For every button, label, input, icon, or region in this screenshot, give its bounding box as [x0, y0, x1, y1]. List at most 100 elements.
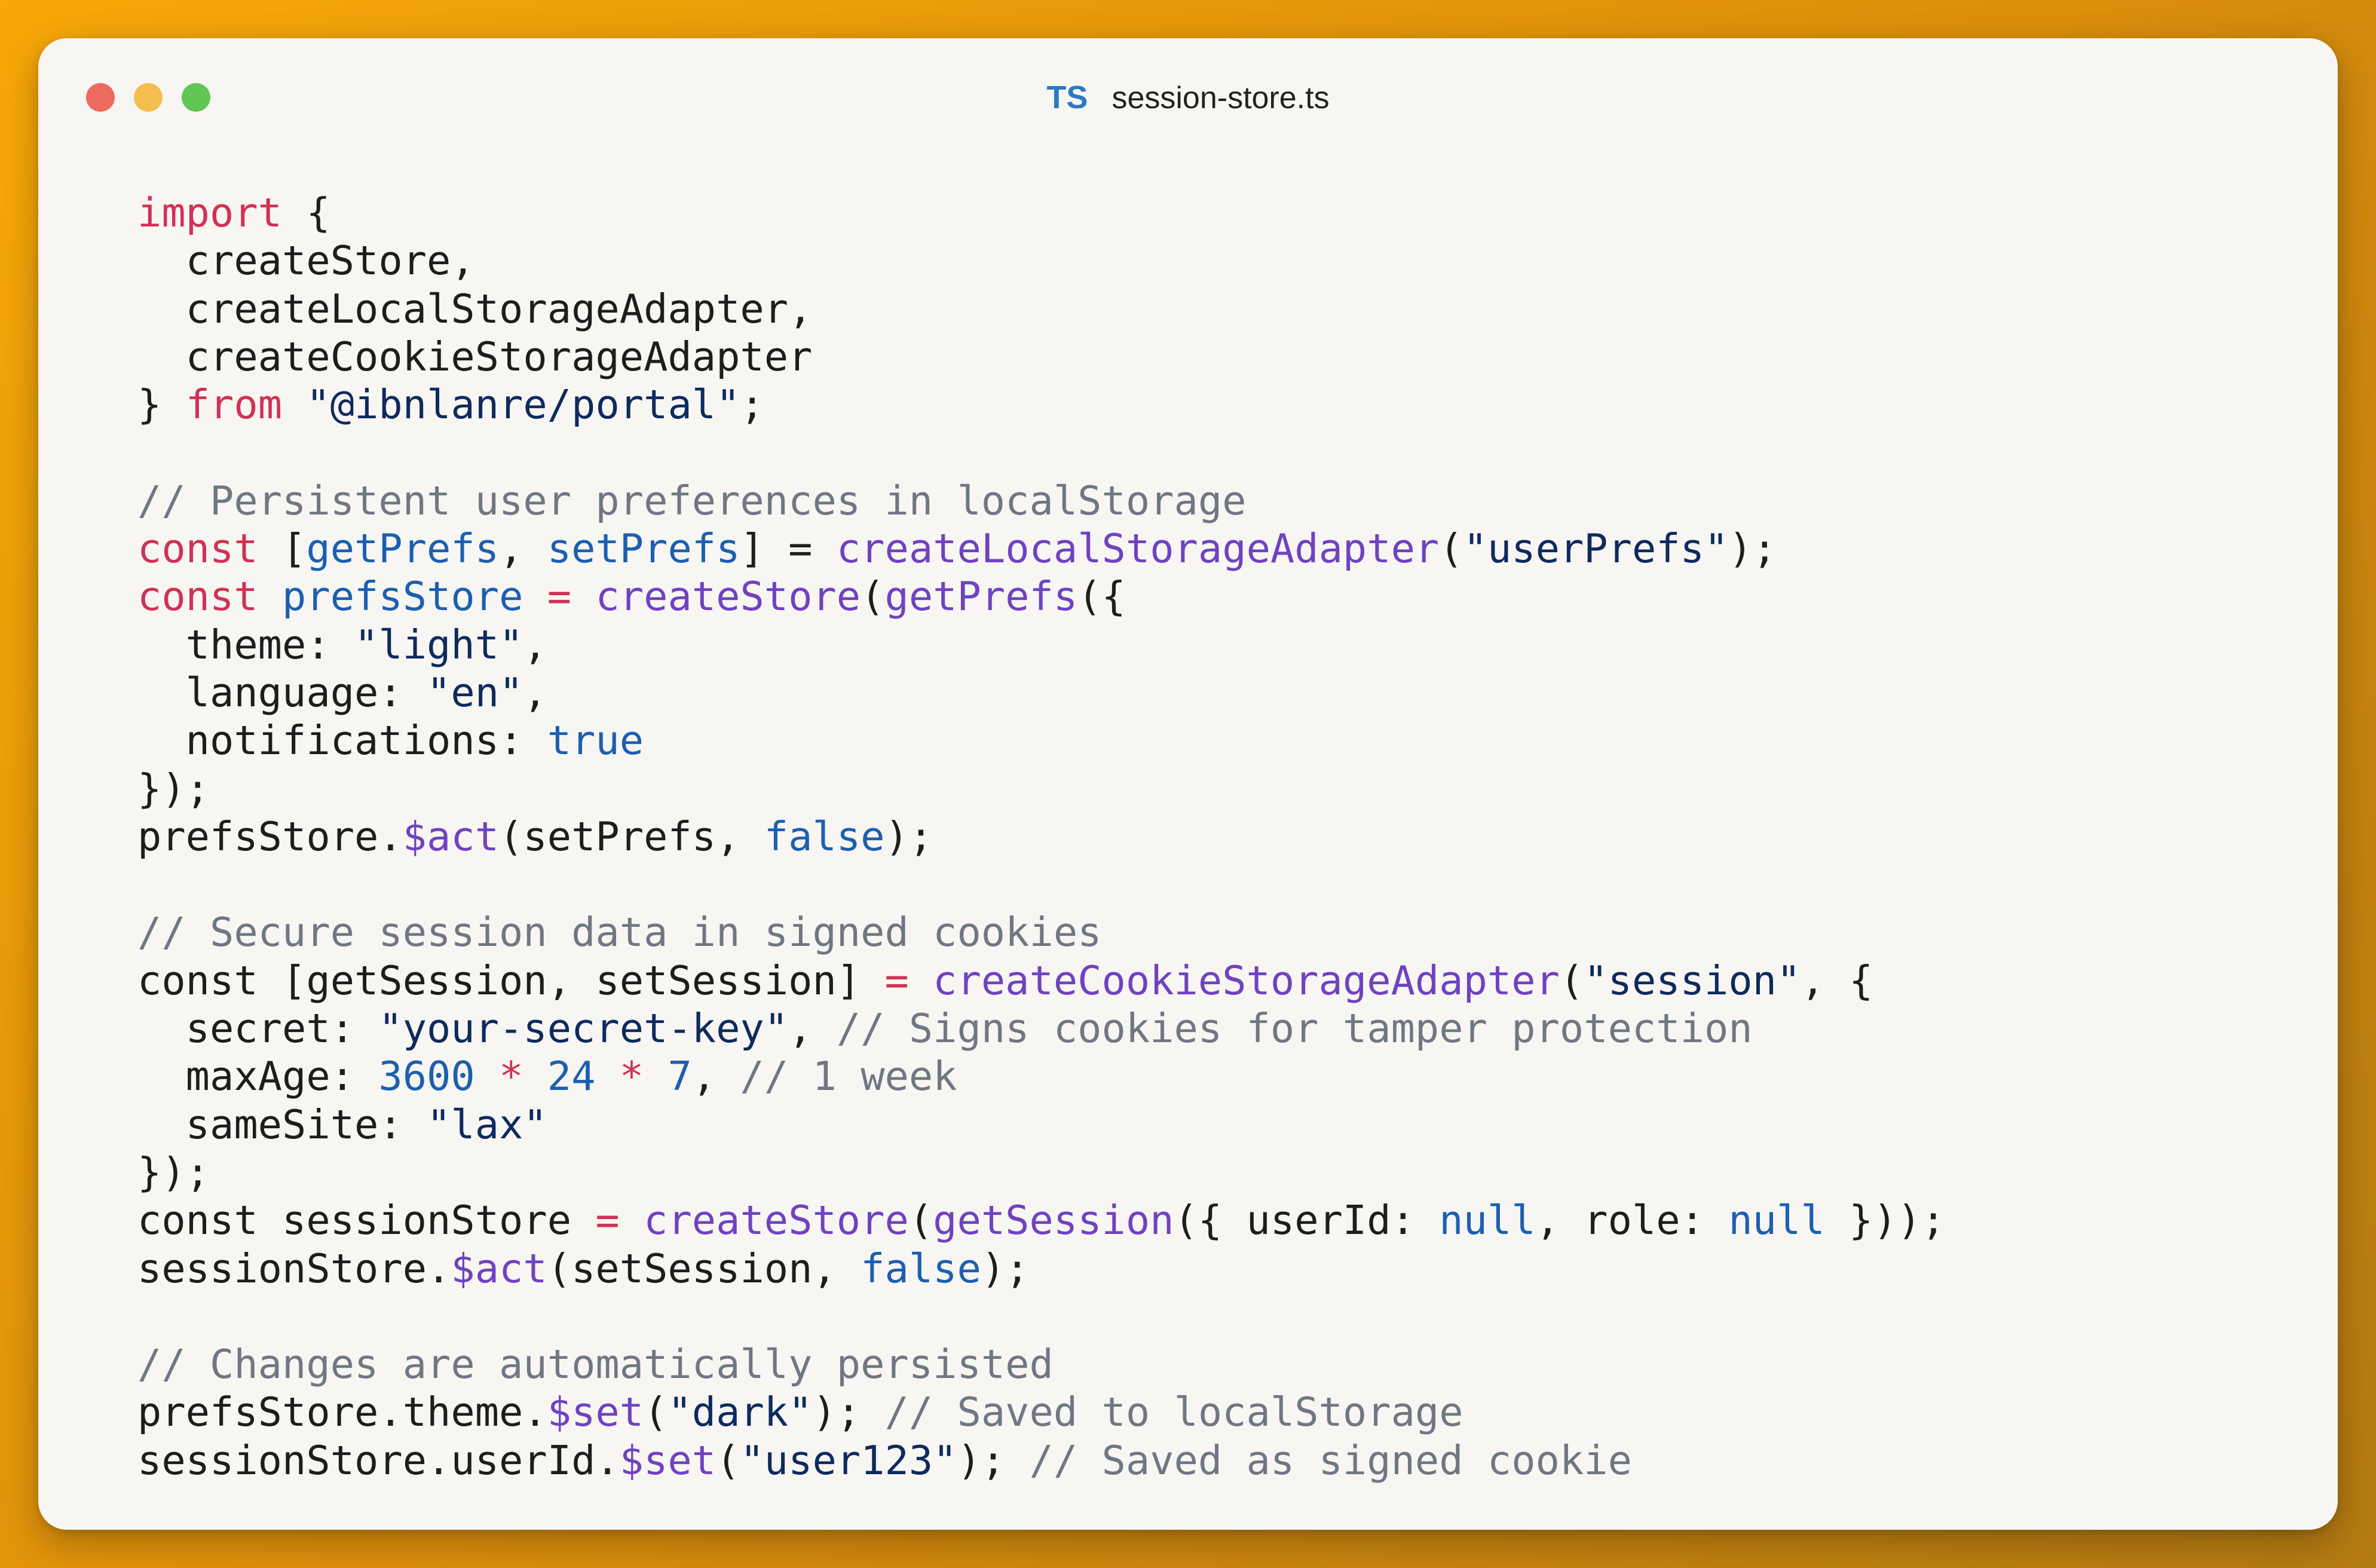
code-token: $act — [402, 813, 500, 860]
code-token: "userPrefs" — [1463, 525, 1729, 572]
code-line: sessionStore.$act(setSession, false); — [137, 1245, 1945, 1293]
code-token: // Persistent user preferences in localS… — [137, 477, 1247, 524]
code-token: import — [137, 189, 283, 236]
code-token: const — [137, 573, 258, 620]
code-token: prefsStore — [282, 573, 523, 620]
code-token: , — [523, 669, 547, 716]
code-token: * — [499, 1053, 523, 1100]
code-token: false — [861, 1245, 981, 1292]
code-token: // Saved as signed cookie — [1029, 1437, 1632, 1484]
code-token: $set — [547, 1389, 644, 1436]
code-token: prefsStore. — [137, 813, 403, 860]
code-token: createCookieStorageAdapter — [933, 957, 1560, 1004]
code-token: createLocalStorageAdapter, — [137, 285, 813, 332]
code-token: = — [547, 573, 572, 620]
code-token: 7 — [668, 1053, 692, 1100]
code-token: * — [619, 1053, 644, 1100]
code-line: createStore, — [137, 237, 1945, 284]
code-token: ({ — [1077, 573, 1126, 620]
code-token: 3600 — [378, 1053, 475, 1100]
code-line: prefsStore.theme.$set("dark"); // Saved … — [137, 1388, 1945, 1436]
code-token: ; — [740, 381, 764, 428]
window-titlebar: TS session-store.ts — [38, 38, 2338, 152]
code-line: import { — [137, 189, 1945, 237]
code-token: getPrefs — [884, 573, 1078, 620]
code-token: // 1 week — [740, 1053, 957, 1100]
code-token: $set — [619, 1437, 717, 1484]
code-token: createStore — [595, 573, 861, 620]
code-token: createStore — [644, 1197, 909, 1244]
code-token: ( — [716, 1437, 740, 1484]
code-line: notifications: true — [137, 716, 1945, 764]
code-token: , role: — [1535, 1197, 1729, 1244]
code-line: }); — [137, 765, 1945, 813]
code-token: notifications: — [137, 717, 547, 764]
code-token: , — [523, 621, 547, 668]
code-token: const [getSession, setSession] — [137, 957, 885, 1004]
code-line: sessionStore.userId.$set("user123"); // … — [137, 1437, 1945, 1484]
code-token: ( — [1559, 957, 1584, 1004]
code-token: theme: — [137, 621, 355, 668]
code-token: sameSite: — [137, 1101, 427, 1148]
code-token: ] = — [740, 525, 837, 572]
code-token: (setSession, — [547, 1245, 861, 1292]
code-token: = — [884, 957, 909, 1004]
code-window: TS session-store.ts import { createStore,… — [38, 38, 2338, 1530]
code-line: const [getSession, setSession] = createC… — [137, 957, 1945, 1004]
code-token: // Changes are automatically persisted — [137, 1341, 1054, 1388]
code-token: ( — [861, 573, 885, 620]
code-line: language: "en", — [137, 669, 1945, 716]
code-token: "user123" — [740, 1437, 957, 1484]
code-token: ( — [1439, 525, 1463, 572]
code-token: null — [1439, 1197, 1536, 1244]
file-tab[interactable]: TS session-store.ts — [38, 78, 2338, 118]
code-block: import { createStore, createLocalStorage… — [137, 189, 1945, 1484]
code-token: false — [764, 813, 885, 860]
code-token: ); — [957, 1437, 1030, 1484]
file-name: session-store.ts — [1112, 81, 1330, 115]
code-token: [ — [258, 525, 307, 572]
code-token: (setPrefs, — [499, 813, 764, 860]
code-line: const prefsStore = createStore(getPrefs(… — [137, 572, 1945, 620]
code-token: null — [1728, 1197, 1825, 1244]
code-token: $act — [451, 1245, 547, 1292]
code-line: sameSite: "lax" — [137, 1101, 1945, 1149]
code-token: , — [788, 1005, 837, 1052]
code-token: "your-secret-key" — [378, 1005, 789, 1052]
code-line: } from "@ibnlanre/portal"; — [137, 381, 1945, 428]
code-token: ); — [1728, 525, 1777, 572]
code-token: { — [282, 189, 330, 236]
code-token: "en" — [427, 669, 523, 716]
code-token: from — [185, 381, 283, 428]
code-token: "lax" — [427, 1101, 547, 1148]
code-line: // Persistent user preferences in localS… — [137, 477, 1945, 525]
code-line: // Secure session data in signed cookies — [137, 908, 1945, 956]
code-line: secret: "your-secret-key", // Signs cook… — [137, 1004, 1945, 1052]
code-token: secret: — [137, 1005, 379, 1052]
code-token: ( — [644, 1389, 668, 1436]
code-token: "light" — [354, 621, 523, 668]
code-token: getPrefs — [306, 525, 500, 572]
code-token: = — [595, 1197, 620, 1244]
code-token: maxAge: — [137, 1053, 379, 1100]
code-token: , — [691, 1053, 740, 1100]
code-token: language: — [137, 669, 427, 716]
code-token: const — [137, 525, 258, 572]
code-token: ); — [981, 1245, 1030, 1292]
code-token: createLocalStorageAdapter — [836, 525, 1440, 572]
code-line: createLocalStorageAdapter, — [137, 285, 1945, 333]
code-line: const [getPrefs, setPrefs] = createLocal… — [137, 525, 1945, 572]
code-token: 24 — [547, 1053, 596, 1100]
code-token: ( — [908, 1197, 933, 1244]
code-token: ({ userId: — [1174, 1197, 1440, 1244]
